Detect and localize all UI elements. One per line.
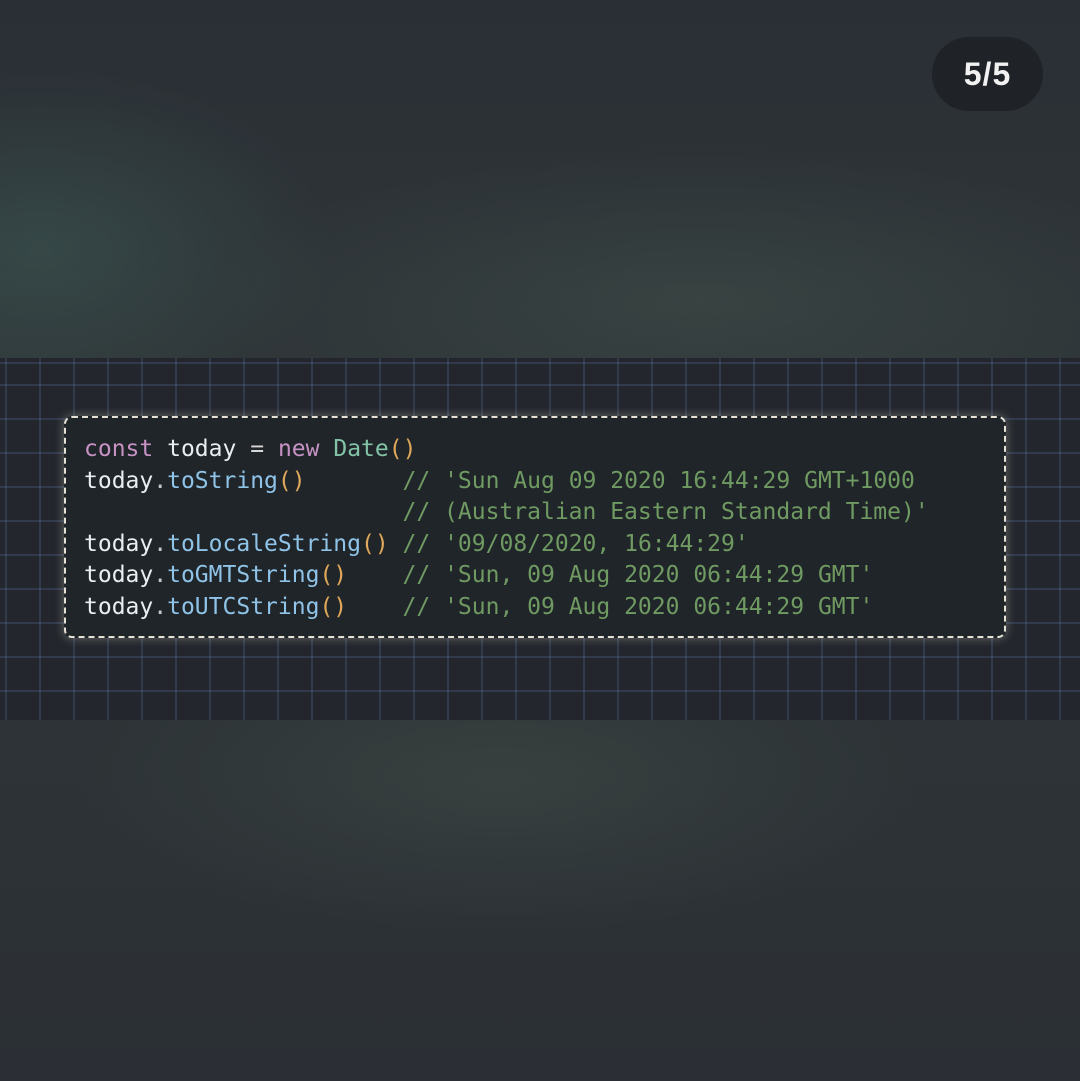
class-name: Date	[333, 436, 389, 462]
parens: ()	[319, 593, 348, 620]
dot-operator: .	[153, 467, 168, 494]
code-line-1: const today = new Date()	[84, 434, 929, 466]
method-name: toString	[167, 467, 278, 494]
page-counter-badge: 5/5	[932, 37, 1043, 111]
method-name: toGMTString	[167, 562, 320, 589]
code-line-3: // (Australian Eastern Standard Time)'	[84, 497, 929, 529]
page-counter-text: 5/5	[963, 55, 1012, 92]
code-line-4: today.toLocaleString() // '09/08/2020, 1…	[84, 529, 929, 561]
dot-operator: .	[153, 530, 168, 557]
object-name: today	[84, 562, 154, 589]
object-name: today	[84, 530, 154, 557]
code-line-5: today.toGMTString() // 'Sun, 09 Aug 2020…	[84, 560, 929, 592]
object-name: today	[84, 593, 154, 620]
code-comment: // 'Sun Aug 09 2020 16:44:29 GMT+1000	[402, 467, 915, 494]
parens: ()	[388, 436, 417, 462]
code-block: const today = new Date() today.toString()…	[84, 434, 929, 624]
object-name: today	[84, 467, 154, 494]
code-comment: // '09/08/2020, 16:44:29'	[402, 530, 749, 557]
method-name: toLocaleString	[167, 530, 361, 557]
assignment-operator: =	[250, 436, 265, 462]
keyword-new: new	[277, 436, 320, 462]
code-line-6: today.toUTCString() // 'Sun, 09 Aug 2020…	[84, 592, 929, 624]
code-comment: // 'Sun, 09 Aug 2020 06:44:29 GMT'	[402, 562, 874, 589]
code-comment: // 'Sun, 09 Aug 2020 06:44:29 GMT'	[402, 593, 874, 620]
parens: ()	[319, 562, 348, 589]
dot-operator: .	[153, 593, 168, 620]
dot-operator: .	[153, 562, 168, 589]
parens: ()	[360, 530, 389, 557]
code-comment: // (Australian Eastern Standard Time)'	[402, 499, 929, 526]
method-name: toUTCString	[167, 593, 320, 620]
code-line-2: today.toString() // 'Sun Aug 09 2020 16:…	[84, 466, 929, 498]
parens: ()	[277, 467, 306, 494]
variable-name: today	[167, 436, 237, 462]
keyword-const: const	[84, 436, 154, 462]
